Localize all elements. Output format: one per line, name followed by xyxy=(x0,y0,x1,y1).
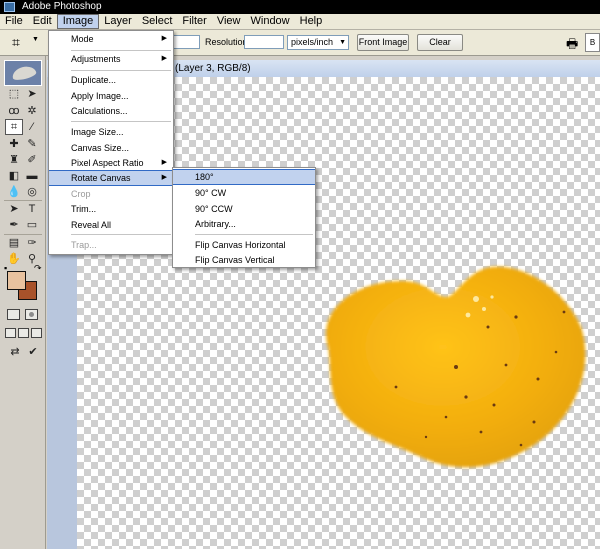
checkmark-icon[interactable]: ✔ xyxy=(24,344,42,360)
lasso-tool-icon[interactable]: ꝏ xyxy=(5,103,23,119)
slice-tool-icon[interactable]: ⁄ xyxy=(23,119,41,135)
menu-item-rotate-canvas[interactable]: Rotate Canvas ▶ xyxy=(49,170,173,186)
quick-mask-mode-icon[interactable] xyxy=(25,309,38,320)
magic-wand-icon[interactable]: ✲ xyxy=(23,103,41,119)
submenu-item-flip-horizontal[interactable]: Flip Canvas Horizontal xyxy=(173,237,315,253)
path-selection-icon[interactable]: ➤ xyxy=(5,201,23,217)
toolbox: ⬚ ➤ ꝏ ✲ ⌗ ⁄ ✚ ✎ ♜ ✐ ◧ ▬ 💧 ◎ ➤ T ✒ ▭ ▤ ✑ … xyxy=(0,56,46,549)
image-menu-dropdown: Mode ▶ Adjustments ▶ Duplicate... Apply Im… xyxy=(48,30,174,255)
palette-well-button[interactable]: B xyxy=(585,33,600,52)
submenu-item-90-ccw[interactable]: 90° CCW xyxy=(173,201,315,217)
shape-tool-icon[interactable]: ▭ xyxy=(23,217,41,233)
menu-item-canvas-size[interactable]: Canvas Size... xyxy=(49,140,173,156)
menu-edit[interactable]: Edit xyxy=(28,14,57,29)
crop-tool-icon[interactable]: ⌗ xyxy=(5,119,23,135)
menu-select[interactable]: Select xyxy=(137,14,178,29)
menu-item-pixel-aspect-ratio[interactable]: Pixel Aspect Ratio ▶ xyxy=(49,155,173,171)
clone-stamp-icon[interactable]: ♜ xyxy=(5,152,23,168)
menu-item-trap: Trap... xyxy=(71,240,97,250)
foreground-color-swatch[interactable] xyxy=(7,271,26,290)
swap-colors-icon[interactable]: ↷ xyxy=(34,263,42,274)
menu-item-adjustments[interactable]: Adjustments ▶ xyxy=(49,51,173,67)
app-title: Adobe Photoshop xyxy=(22,1,102,12)
type-tool-icon[interactable]: T xyxy=(23,201,41,217)
standard-mode-icon[interactable] xyxy=(7,309,20,320)
jump-to-imageready-icon[interactable]: ⇄ xyxy=(6,344,24,360)
front-image-button[interactable]: Front Image xyxy=(357,34,409,51)
menu-item-trim[interactable]: Trim... xyxy=(49,201,173,217)
chevron-down-icon[interactable]: ▼ xyxy=(32,36,39,43)
menu-item-reveal-all[interactable]: Reveal All xyxy=(49,217,173,233)
resolution-units-value: pixels/inch xyxy=(291,37,334,47)
resolution-units-select[interactable]: pixels/inch ▼ xyxy=(287,35,349,50)
blur-tool-icon[interactable]: 💧 xyxy=(5,184,23,200)
eyedropper-icon[interactable]: ✑ xyxy=(23,235,41,251)
menu-item-crop: Crop xyxy=(71,189,91,199)
screen-mode-full-icon[interactable] xyxy=(31,328,42,338)
chevron-down-icon: ▼ xyxy=(339,39,346,46)
submenu-item-flip-vertical[interactable]: Flip Canvas Vertical xyxy=(173,252,315,268)
yellow-object-image xyxy=(326,266,586,468)
menu-layer[interactable]: Layer xyxy=(99,14,137,29)
menu-item-image-size[interactable]: Image Size... xyxy=(49,124,173,140)
menu-item-duplicate[interactable]: Duplicate... xyxy=(49,72,173,88)
menu-filter[interactable]: Filter xyxy=(177,14,211,29)
menu-item-mode[interactable]: Mode ▶ xyxy=(49,31,173,47)
photoshop-icon xyxy=(4,2,15,12)
clear-button[interactable]: Clear xyxy=(417,34,463,51)
menu-help[interactable]: Help xyxy=(295,14,328,29)
hand-tool-icon[interactable]: ✋ xyxy=(5,251,23,267)
chevron-right-icon: ▶ xyxy=(161,55,167,62)
resolution-field[interactable] xyxy=(244,35,284,49)
screen-mode-menu-icon[interactable] xyxy=(18,328,29,338)
chevron-right-icon: ▶ xyxy=(161,174,167,181)
history-brush-icon[interactable]: ✐ xyxy=(23,152,41,168)
menu-image[interactable]: Image xyxy=(56,14,100,29)
menu-bar: File Edit Image Layer Select Filter View… xyxy=(0,14,600,30)
marquee-tool-icon[interactable]: ⬚ xyxy=(5,86,23,102)
brush-tool-icon[interactable]: ✎ xyxy=(23,136,41,152)
screen-mode-standard-icon[interactable] xyxy=(5,328,16,338)
menu-window[interactable]: Window xyxy=(246,14,295,29)
notes-tool-icon[interactable]: ▤ xyxy=(5,235,23,251)
eraser-tool-icon[interactable]: ◧ xyxy=(5,168,23,184)
menu-item-calculations[interactable]: Calculations... xyxy=(49,103,173,119)
menu-view[interactable]: View xyxy=(212,14,246,29)
height-field[interactable] xyxy=(172,35,200,49)
crop-tool-icon[interactable]: ⌗ xyxy=(12,34,20,51)
dodge-tool-icon[interactable]: ◎ xyxy=(23,184,41,200)
submenu-item-180[interactable]: 180° xyxy=(173,169,315,185)
menu-item-apply-image[interactable]: Apply Image... xyxy=(49,88,173,104)
move-tool-icon[interactable]: ➤ xyxy=(23,86,41,102)
submenu-item-90-cw[interactable]: 90° CW xyxy=(173,185,315,201)
printer-icon[interactable]: 🖶 xyxy=(566,35,578,57)
app-title-bar: Adobe Photoshop xyxy=(0,0,600,14)
menu-file[interactable]: File xyxy=(0,14,28,29)
chevron-right-icon: ▶ xyxy=(161,159,167,166)
healing-brush-icon[interactable]: ✚ xyxy=(5,136,23,152)
feather-logo-icon xyxy=(4,60,42,86)
rotate-canvas-submenu: 180° 90° CW 90° CCW Arbitrary... Flip Ca… xyxy=(172,167,316,268)
gradient-tool-icon[interactable]: ▬ xyxy=(23,168,41,184)
chevron-right-icon: ▶ xyxy=(161,35,167,42)
submenu-item-arbitrary[interactable]: Arbitrary... xyxy=(173,216,315,232)
document-title: (Layer 3, RGB/8) xyxy=(175,63,251,74)
pen-tool-icon[interactable]: ✒ xyxy=(5,217,23,233)
